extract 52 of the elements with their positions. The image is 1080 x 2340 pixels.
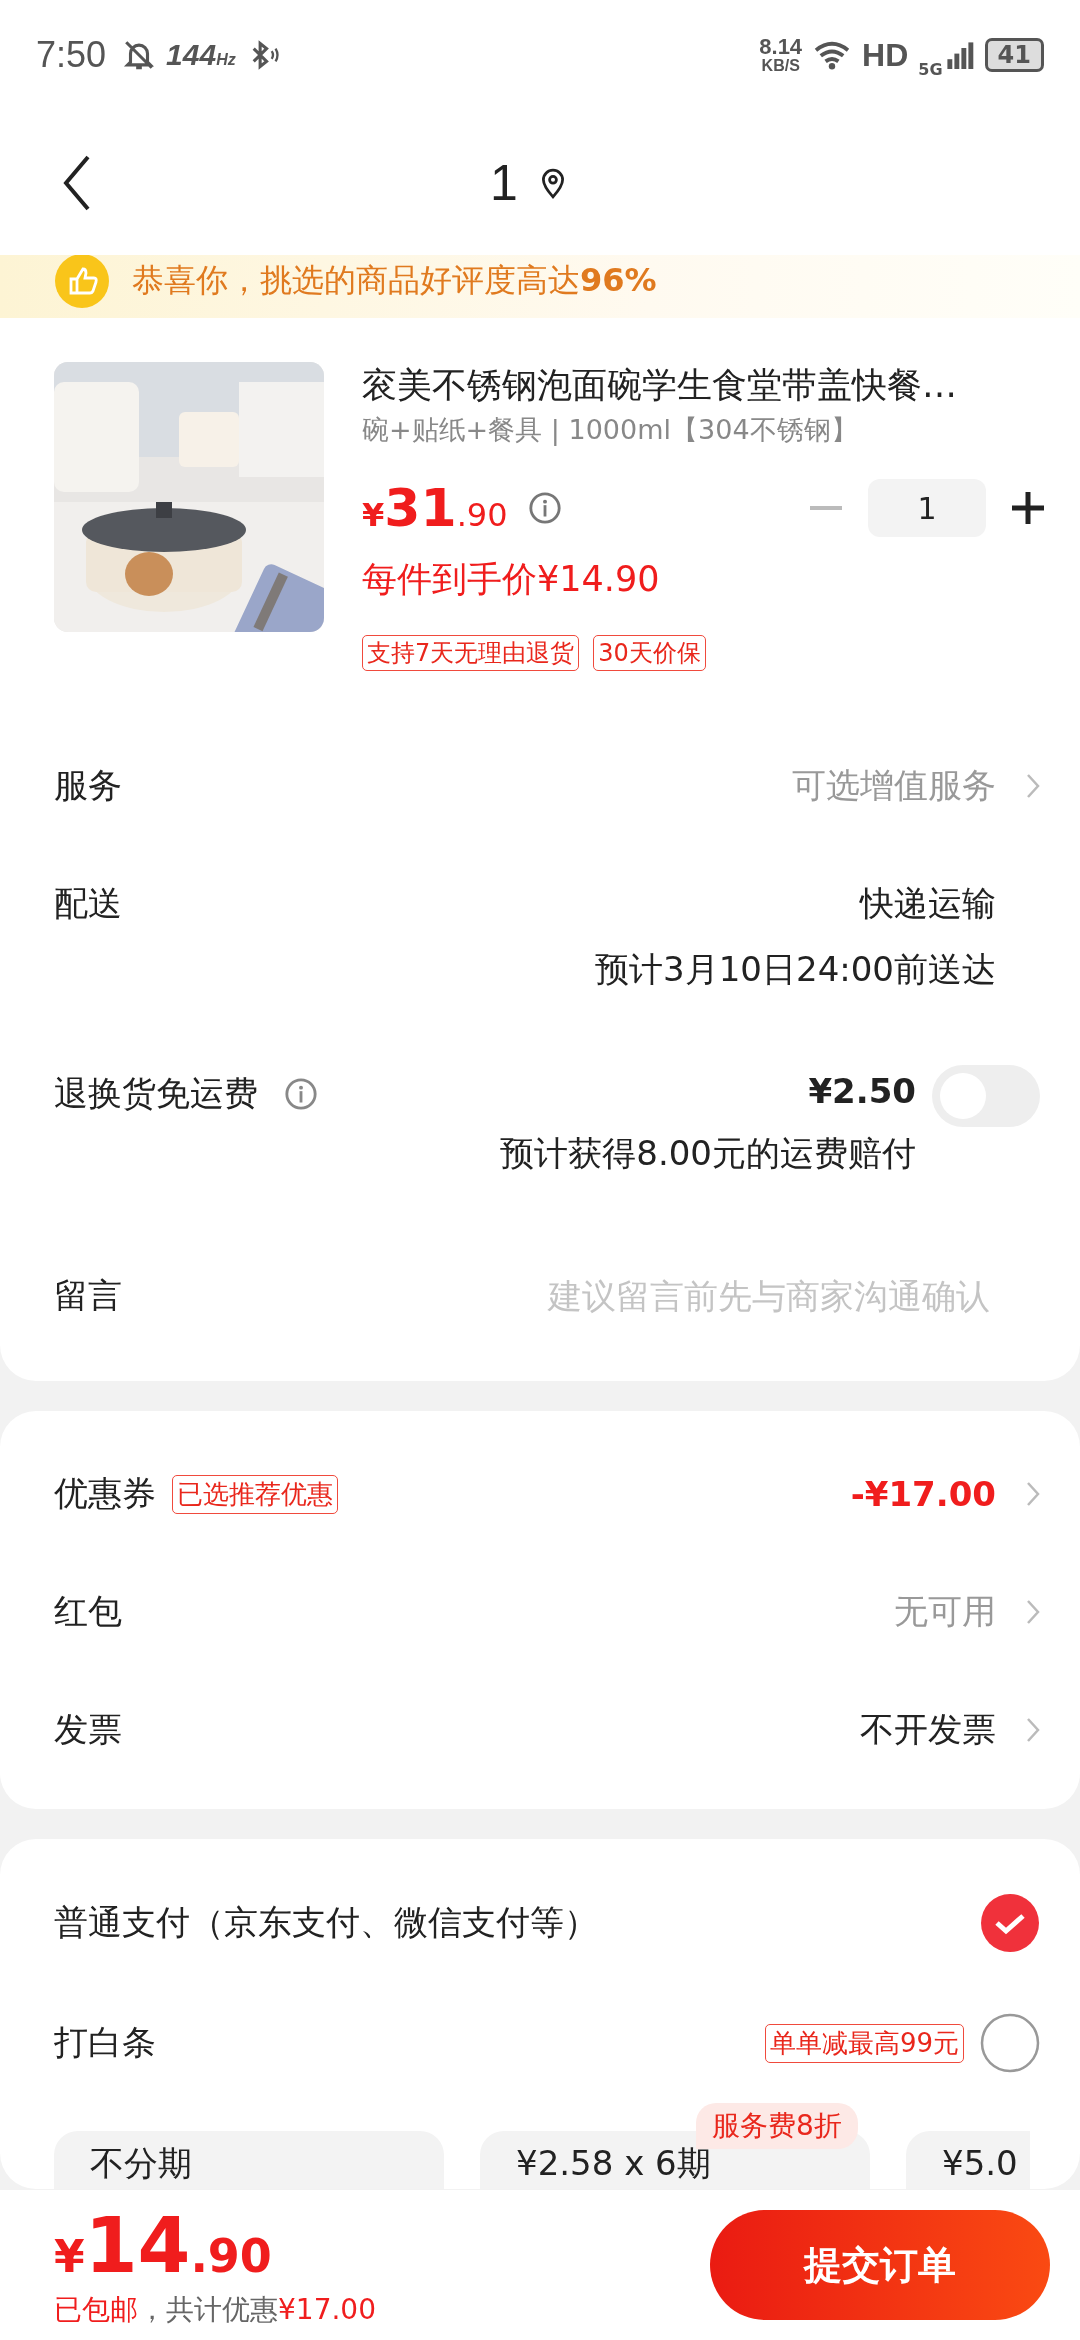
row-label: 红包	[54, 1590, 122, 1633]
row-label: 留言	[54, 1274, 122, 1317]
minus-icon[interactable]	[810, 505, 842, 511]
hd-indicator: HD	[862, 36, 909, 74]
submit-order-button[interactable]: 提交订单	[710, 2210, 1050, 2320]
network-speed: 8.14 KB/S	[759, 36, 803, 74]
row-label: 优惠券	[54, 1472, 156, 1515]
row-label: 配送	[54, 882, 122, 925]
installment-option[interactable]: ¥5.0	[906, 2131, 1030, 2189]
final-price: 每件到手价¥14.90	[362, 558, 661, 601]
info-icon[interactable]	[527, 491, 562, 525]
info-icon[interactable]	[284, 1077, 318, 1111]
promo-tag: 服务费8折	[696, 2103, 858, 2149]
product-spec: 碗+贴纸+餐具 | 1000ml【304不锈钢】	[362, 413, 859, 448]
compensation-note: 预计获得8.00元的运费赔付	[500, 1132, 916, 1175]
row-label: 退换货免运费	[54, 1072, 258, 1115]
installment-option[interactable]: 不分期	[54, 2131, 444, 2189]
location-pin-icon[interactable]	[539, 166, 566, 199]
total-price: ¥14.90	[54, 2201, 273, 2291]
chevron-right-icon[interactable]	[1026, 1481, 1040, 1507]
savings-note: 已包邮，共计优惠¥17.00	[54, 2292, 376, 2328]
service-tag: 30天价保	[593, 635, 706, 671]
product-title[interactable]: 衮美不锈钢泡面碗学生食堂带盖快餐…	[362, 362, 1044, 408]
chevron-right-icon[interactable]	[1026, 773, 1040, 799]
chevron-right-icon[interactable]	[1026, 1599, 1040, 1625]
chevron-right-icon[interactable]	[1026, 1717, 1040, 1743]
payment-option[interactable]: 打白条	[54, 2020, 156, 2066]
payment-option[interactable]: 普通支付（京东支付、微信支付等）	[54, 1900, 598, 1946]
row-value[interactable]: -¥17.00	[850, 1474, 996, 1514]
radio-icon[interactable]	[980, 2013, 1040, 2073]
row-value[interactable]: 不开发票	[860, 1707, 996, 1753]
battery-level: 41	[984, 38, 1044, 72]
checked-radio-icon[interactable]	[980, 1893, 1040, 1953]
network-type: 5G	[918, 59, 943, 79]
signal-icon	[944, 41, 975, 69]
service-tag: 支持7天无理由退货	[362, 635, 580, 671]
message-field[interactable]: 建议留言前先与商家沟通确认	[370, 1276, 990, 1316]
quantity-field[interactable]: 1	[868, 479, 986, 537]
discount-tag: 已选推荐优惠	[172, 1474, 338, 1514]
banner-text: 恭喜你，挑选的商品好评度高达96%	[132, 259, 657, 301]
refresh-rate: 144Hz	[166, 38, 236, 72]
row-label: 服务	[54, 764, 122, 807]
page-title: 1	[490, 153, 518, 212]
promo-tag: 单单减最高99元	[764, 2023, 964, 2063]
delivery-method[interactable]: 快递运输	[860, 881, 996, 927]
product-price: ¥31.90	[362, 478, 508, 538]
row-label: 发票	[54, 1708, 122, 1751]
delivery-estimate: 预计3月10日24:00前送达	[595, 948, 996, 991]
clock: 7:50	[36, 34, 107, 76]
shipping-fee: ¥2.50	[808, 1071, 916, 1111]
back-icon[interactable]	[62, 154, 92, 211]
plus-icon[interactable]	[1012, 492, 1044, 524]
